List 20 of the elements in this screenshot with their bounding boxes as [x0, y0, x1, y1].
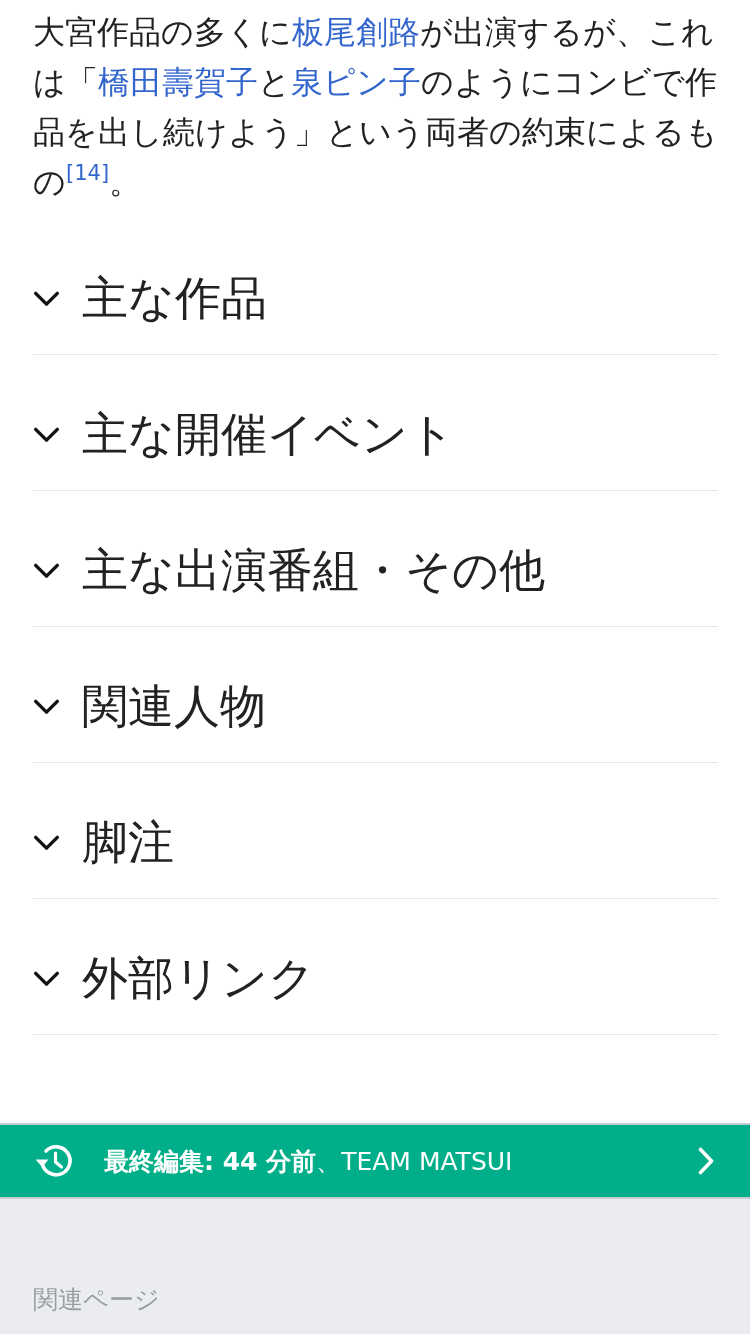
chevron-down-icon: [33, 698, 60, 715]
chevron-down-icon: [33, 970, 60, 987]
article-link[interactable]: 泉ピン子: [291, 63, 421, 101]
article-paragraph: 大宮作品の多くに板尾創路が出演するが、これは「橋田壽賀子と 泉ピン子のようにコンビで作品を出し続けよう」という両者の約束によるもの$^{[14]}$。: [33, 12, 719, 203]
history-icon: [34, 1142, 74, 1180]
chevron-down-icon: [33, 562, 60, 579]
chevron-down-icon: [33, 834, 60, 851]
article-link[interactable]: 橋田壽賀子: [98, 63, 258, 101]
related-pages-heading: 関連ページ: [33, 1285, 160, 1315]
section-heading[interactable]: 外部リンク: [33, 899, 718, 1034]
section-heading[interactable]: 主な開催イベント: [33, 355, 718, 490]
section-heading[interactable]: 関連人物: [33, 627, 718, 762]
section-heading[interactable]: 主な作品: [33, 219, 718, 354]
reference-link[interactable]: [14]: [66, 161, 110, 185]
section-heading[interactable]: 脚注: [33, 763, 718, 898]
section-heading[interactable]: 主な出演番組・その他: [33, 491, 718, 626]
article-link[interactable]: 板尾創路: [292, 13, 420, 51]
chevron-down-icon: [33, 426, 60, 443]
chevron-down-icon: [33, 290, 60, 307]
chevron-right-icon: [698, 1147, 714, 1175]
